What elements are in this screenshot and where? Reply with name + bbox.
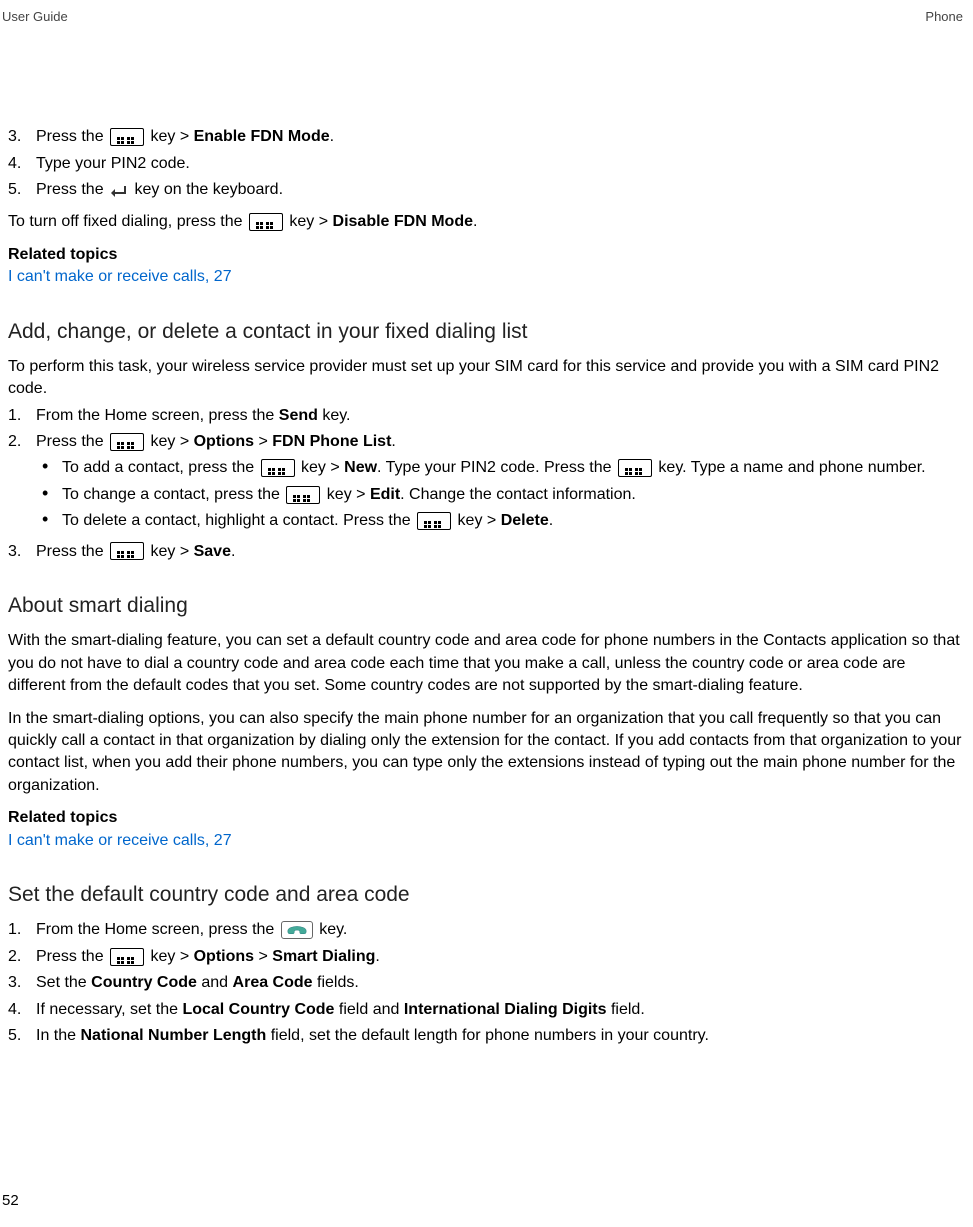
bullet-marker: • [36, 510, 62, 532]
step-number: 2. [6, 431, 36, 537]
step-5: 5. Press the key on the keyboard. [6, 179, 967, 201]
step-number: 3. [6, 541, 36, 563]
enter-key-icon [110, 183, 128, 197]
menu-key-icon [249, 213, 283, 231]
step-text: Press the key > Options > FDN Phone List… [36, 431, 967, 537]
bullet-change: • To change a contact, press the key > E… [36, 484, 967, 506]
step-number: 1. [6, 405, 36, 427]
send-key-icon [281, 921, 313, 939]
page-content: 3. Press the key > Enable FDN Mode. 4. T… [0, 26, 973, 1047]
fdn-contact-steps: 1. From the Home screen, press the Send … [6, 405, 967, 563]
smart-dialing-para1: With the smart-dialing feature, you can … [6, 630, 967, 697]
step-number: 4. [6, 999, 36, 1021]
menu-key-icon [110, 948, 144, 966]
related-link[interactable]: I can't make or receive calls, 27 [6, 266, 967, 288]
bullet-marker: • [36, 457, 62, 479]
step-text: Press the key on the keyboard. [36, 179, 967, 201]
step-text: Press the key > Options > Smart Dialing. [36, 946, 967, 968]
menu-key-icon [110, 542, 144, 560]
turnoff-fdn-para: To turn off fixed dialing, press the key… [6, 211, 967, 233]
bullet-add: • To add a contact, press the key > New.… [36, 457, 967, 479]
smart-dialing-para2: In the smart-dialing options, you can al… [6, 708, 967, 798]
heading-about-smart-dialing: About smart dialing [6, 591, 967, 620]
step-number: 5. [6, 1025, 36, 1047]
step-4: 4. If necessary, set the Local Country C… [6, 999, 967, 1021]
step-4: 4. Type your PIN2 code. [6, 153, 967, 175]
step-text: Set the Country Code and Area Code field… [36, 972, 967, 994]
fdn-steps-continuation: 3. Press the key > Enable FDN Mode. 4. T… [6, 126, 967, 201]
step-text: Press the key > Enable FDN Mode. [36, 126, 967, 148]
bullet-text: To add a contact, press the key > New. T… [62, 457, 967, 479]
bullet-marker: • [36, 484, 62, 506]
step-3: 3. Press the key > Enable FDN Mode. [6, 126, 967, 148]
step-text: Type your PIN2 code. [36, 153, 967, 175]
step-text: In the National Number Length field, set… [36, 1025, 967, 1047]
fdn-contact-actions: • To add a contact, press the key > New.… [36, 457, 967, 532]
menu-key-icon [286, 486, 320, 504]
step-2: 2. Press the key > Options > Smart Diali… [6, 946, 967, 968]
step-5: 5. In the National Number Length field, … [6, 1025, 967, 1047]
menu-key-icon [417, 512, 451, 530]
header-left: User Guide [2, 8, 68, 26]
menu-key-icon [618, 459, 652, 477]
step-number: 4. [6, 153, 36, 175]
step-text: From the Home screen, press the Send key… [36, 405, 967, 427]
step-text: If necessary, set the Local Country Code… [36, 999, 967, 1021]
step-number: 3. [6, 126, 36, 148]
heading-add-change-delete: Add, change, or delete a contact in your… [6, 317, 967, 346]
related-topics-heading: Related topics [6, 244, 967, 266]
step-1: 1. From the Home screen, press the Send … [6, 405, 967, 427]
step-text: Press the key > Save. [36, 541, 967, 563]
default-code-steps: 1. From the Home screen, press the key. … [6, 919, 967, 1047]
page-header: User Guide Phone [0, 8, 973, 26]
step-3: 3. Set the Country Code and Area Code fi… [6, 972, 967, 994]
related-link[interactable]: I can't make or receive calls, 27 [6, 830, 967, 852]
bullet-text: To change a contact, press the key > Edi… [62, 484, 967, 506]
header-right: Phone [925, 8, 963, 26]
step-2: 2. Press the key > Options > FDN Phone L… [6, 431, 967, 537]
menu-key-icon [110, 128, 144, 146]
related-topics-heading: Related topics [6, 807, 967, 829]
menu-key-icon [110, 433, 144, 451]
bullet-delete: • To delete a contact, highlight a conta… [36, 510, 967, 532]
step-1: 1. From the Home screen, press the key. [6, 919, 967, 941]
step-3: 3. Press the key > Save. [6, 541, 967, 563]
section2-intro: To perform this task, your wireless serv… [6, 356, 967, 401]
bullet-text: To delete a contact, highlight a contact… [62, 510, 967, 532]
step-number: 5. [6, 179, 36, 201]
page-number: 52 [2, 1190, 19, 1211]
heading-set-default-codes: Set the default country code and area co… [6, 880, 967, 909]
menu-key-icon [261, 459, 295, 477]
step-number: 3. [6, 972, 36, 994]
step-number: 2. [6, 946, 36, 968]
step-text: From the Home screen, press the key. [36, 919, 967, 941]
step-number: 1. [6, 919, 36, 941]
